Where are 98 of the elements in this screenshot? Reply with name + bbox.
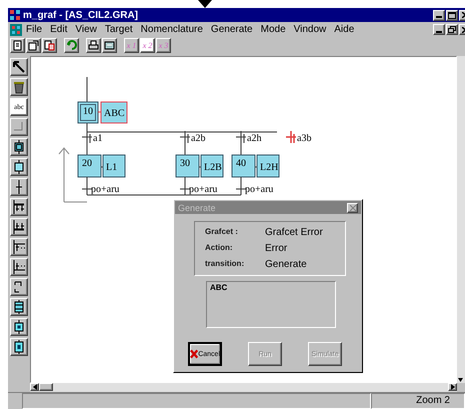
transition-label: a1 <box>93 133 102 144</box>
macro-step-tool[interactable] <box>10 298 28 316</box>
step-box <box>176 154 200 178</box>
or-convergence-tool[interactable] <box>10 258 28 276</box>
action-label: L2B <box>204 162 222 173</box>
app-icon <box>10 10 20 20</box>
and-divergence-icon <box>12 200 26 214</box>
new-file-icon <box>12 40 23 51</box>
save-file-icon <box>44 40 55 51</box>
menu-item[interactable]: Target <box>100 24 137 35</box>
menu-item[interactable]: Edit <box>46 24 72 35</box>
initial-step-icon <box>12 140 26 154</box>
field-value: Grafcet Error <box>265 227 324 238</box>
open-file-button[interactable] <box>26 38 41 53</box>
menu-item[interactable]: View <box>71 24 101 35</box>
curved-arrow-button[interactable] <box>64 38 79 53</box>
scroll-down-icon <box>457 377 464 383</box>
printer-icon <box>88 40 99 51</box>
and-convergence-tool[interactable] <box>10 218 28 236</box>
or-divergence-icon <box>12 240 26 254</box>
jump-tool[interactable] <box>10 278 28 296</box>
transition-mark <box>180 188 190 190</box>
preview-button[interactable] <box>102 38 117 53</box>
action-box <box>256 154 280 178</box>
transition-mark <box>236 188 246 190</box>
small-step-tool[interactable] <box>10 338 28 356</box>
curved-arrow-icon <box>66 40 77 51</box>
x-mark-icon <box>190 349 198 359</box>
trash-tool[interactable] <box>10 78 28 96</box>
link-tool[interactable] <box>10 118 28 136</box>
menu-item[interactable]: Nomenclature <box>136 24 207 35</box>
action-step-icon <box>12 320 26 334</box>
step-icon <box>12 160 26 174</box>
or-convergence-icon <box>12 260 26 274</box>
new-file-button[interactable] <box>10 38 25 53</box>
and-convergence-icon <box>12 220 26 234</box>
step-tool[interactable] <box>10 158 28 176</box>
field-value: Generate <box>265 259 308 270</box>
field-value: Error <box>265 243 288 254</box>
transition-tool[interactable] <box>10 178 28 196</box>
step-number: 40 <box>236 158 246 169</box>
dialog-title: Generate <box>178 202 216 212</box>
arrow-up-icon <box>58 147 70 154</box>
transition-label: a2h <box>247 133 262 144</box>
save-file-button[interactable] <box>42 38 57 53</box>
action-label: L2H <box>260 162 278 173</box>
transition-mark <box>82 188 92 190</box>
action-box <box>200 154 224 178</box>
action-label: L1 <box>106 162 118 173</box>
step-number: 20 <box>82 158 92 169</box>
field-label: transition: <box>205 259 246 270</box>
action-box <box>102 154 126 178</box>
menu-item[interactable]: Generate <box>206 24 257 35</box>
field-label: Grafcet : <box>205 227 239 238</box>
transition-label: po+aru <box>91 184 120 195</box>
menu-item[interactable]: Mode <box>256 24 290 35</box>
trash-icon <box>12 80 26 94</box>
step-box <box>232 154 256 178</box>
scroll-left-button[interactable] <box>30 383 39 391</box>
small-step-icon <box>12 340 26 354</box>
and-divergence-tool[interactable] <box>10 198 28 216</box>
menu-item[interactable]: File <box>22 24 46 35</box>
zoom-button[interactable]: x 2 <box>140 38 155 53</box>
maximize-icon <box>448 12 456 18</box>
step-number: 10 <box>83 106 93 117</box>
or-divergence-tool[interactable] <box>10 238 28 256</box>
document-icon <box>10 24 22 36</box>
close-button[interactable] <box>347 202 358 212</box>
zoom-status: Zoom 2 <box>371 393 465 409</box>
action-label: ABC <box>104 108 125 119</box>
step-box <box>78 154 102 178</box>
minimize-button[interactable] <box>433 10 445 20</box>
step-number: 30 <box>180 158 190 169</box>
initial-step-tool[interactable] <box>10 138 28 156</box>
transition-label: a2b <box>191 133 206 144</box>
scroll-thumb[interactable] <box>39 383 53 391</box>
transition-label: a3b <box>297 133 312 144</box>
window-title: m_graf - [AS_CIL2.GRA] <box>23 10 140 20</box>
transition-label: po+aru <box>189 184 218 195</box>
maximize-button[interactable] <box>446 10 458 20</box>
restore-button[interactable] <box>446 24 458 35</box>
message-box: ABC <box>206 281 336 328</box>
menu-item[interactable]: Vindow <box>290 24 330 35</box>
down-arrow-icon <box>198 0 212 8</box>
field-label: Action: <box>205 243 234 254</box>
preview-icon <box>104 40 115 51</box>
transition-label: po+aru <box>245 184 274 195</box>
pointer-icon <box>12 60 26 74</box>
open-file-icon <box>28 40 39 51</box>
action-step-tool[interactable] <box>10 318 28 336</box>
minimize-button[interactable] <box>433 24 445 35</box>
restore-icon <box>448 26 456 33</box>
link-line <box>86 76 88 102</box>
scroll-right-button[interactable] <box>448 383 457 391</box>
menu-item[interactable]: Aide <box>330 24 358 35</box>
pointer-tool[interactable] <box>10 58 28 76</box>
macro-step-icon <box>12 300 26 314</box>
printer-button[interactable] <box>86 38 101 53</box>
